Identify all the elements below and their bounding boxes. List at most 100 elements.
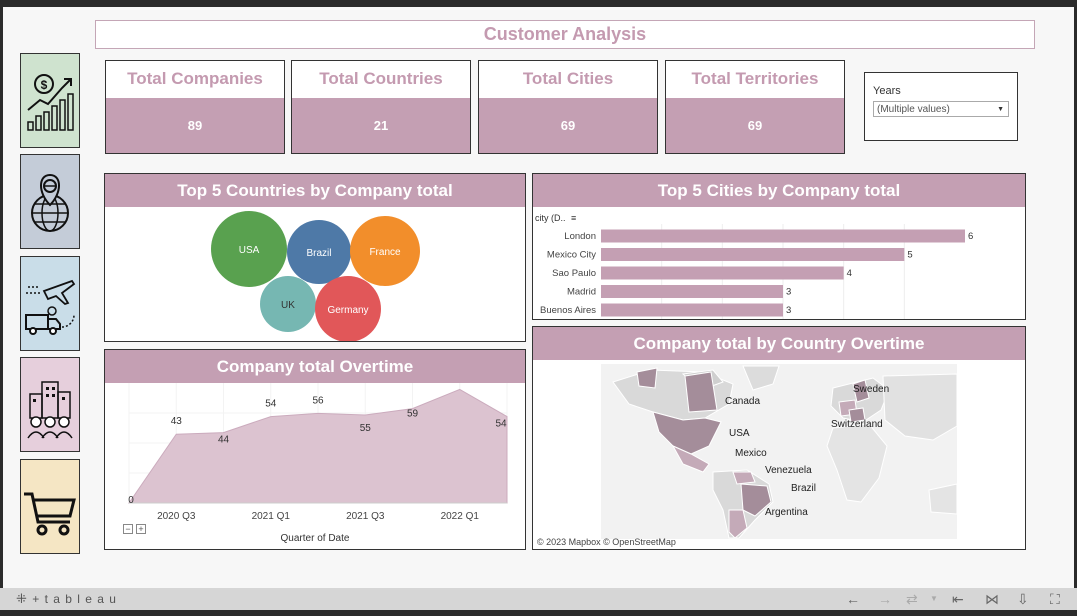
kpi-value: 69 [479,98,657,153]
map-label-switzerland: Switzerland [831,419,883,430]
tableau-logo[interactable]: ⁜ + t a b l e a u [16,591,117,607]
kpi-total-territories: Total Territories 69 [665,60,845,154]
city-bar[interactable] [601,266,844,280]
forward-icon[interactable]: → [878,591,892,607]
revert-dropdown-icon[interactable]: ▼ [930,594,938,603]
city-tick-label: London [564,231,596,242]
point-label: 43 [171,416,183,427]
kpi-value: 89 [106,98,284,153]
bubble-label: USA [239,245,260,256]
zoom-out-icon[interactable]: − [123,524,133,534]
download-icon[interactable]: ⇩ [1017,591,1029,608]
bubble-brazil[interactable]: Brazil [287,220,351,284]
axis-header-label: city (D.. [535,213,566,223]
city-tick-label: Sao Paulo [552,268,596,279]
bubble-germany[interactable]: Germany [315,276,381,341]
svg-text:$: $ [41,78,48,92]
map-label-sweden: Sweden [853,384,889,395]
tableau-logo-text: + t a b l e a u [32,592,117,606]
map-label-mexico: Mexico [735,448,767,459]
globe-location-icon [31,173,69,232]
city-tick-label: Buenos Aires [540,305,596,316]
point-label: 44 [218,435,230,446]
panel-title: Top 5 Countries by Company total [105,174,525,207]
nav-tile-revenue[interactable]: $ [20,53,80,148]
bubble-label: Brazil [306,248,331,259]
city-bar[interactable] [601,229,965,243]
nav-tile-cart[interactable] [20,459,80,554]
tableau-toolbar: ⁜ + t a b l e a u ← → ⇄ ▼ ⇤ ⋈ ⇩ ⛶ [0,588,1077,610]
revert-icon[interactable]: ⇄ [906,591,918,608]
chevron-down-icon[interactable]: ▼ [997,102,1004,117]
years-filter-value: (Multiple values) [877,104,950,115]
overtime-area-chart: 043445456555971542020 Q32021 Q12021 Q320… [128,383,508,522]
kpi-total-companies: Total Companies 89 [105,60,285,154]
nav-tile-globe[interactable] [20,154,80,249]
cities-bar-chart: London 6 Mexico City 5 Sao Paulo 4 Madrid 3 Buen… [540,224,973,319]
city-people-icon [27,380,73,438]
point-label: 55 [360,423,372,434]
bubble-usa[interactable]: USA [211,211,287,287]
shopping-cart-icon [24,492,76,535]
top-cities-panel: Top 5 Cities by Company total city (D.. … [532,173,1026,320]
nav-tile-delivery[interactable] [20,256,80,351]
map-panel: Company total by Country Overtime Canada… [532,326,1026,550]
bubble-france[interactable]: France [350,216,420,286]
first-page-icon[interactable]: ⇤ [952,591,964,608]
kpi-value: 21 [292,98,470,153]
years-filter: Years (Multiple values) ▼ [864,72,1018,141]
back-icon[interactable]: ← [846,591,860,607]
city-bar-value: 5 [907,250,912,261]
city-bar[interactable] [601,285,783,298]
city-bar[interactable] [601,248,905,261]
kpi-label: Total Companies [127,69,263,88]
panel-title: Company total Overtime [105,350,525,383]
map-label-venezuela: Venezuela [765,465,812,476]
years-filter-label: Years [873,85,901,97]
overtime-panel: Company total Overtime 04344545655597154… [104,349,526,550]
years-filter-select[interactable]: (Multiple values) ▼ [873,101,1009,117]
panel-title: Top 5 Cities by Company total [533,174,1025,207]
point-label: 0 [128,495,134,506]
city-bar-value: 3 [786,305,791,316]
city-bar[interactable] [601,303,783,317]
panel-title: Company total by Country Overtime [533,327,1025,360]
point-label: 54 [495,419,507,430]
city-tick-label: Mexico City [547,250,596,261]
x-tick-label: 2021 Q1 [252,511,291,522]
kpi-total-countries: Total Countries 21 [291,60,471,154]
city-bar-value: 6 [968,231,973,242]
point-label: 56 [312,395,324,406]
fullscreen-icon[interactable]: ⛶ [1050,591,1060,608]
x-tick-label: 2022 Q1 [441,511,480,522]
point-label: 54 [265,399,277,410]
top-countries-panel: Top 5 Countries by Company total USA Bra… [104,173,526,342]
revenue-chart-icon: $ [27,73,74,131]
bubble-label: Germany [327,305,368,316]
point-label: 59 [407,409,419,420]
sort-icon[interactable]: ≡ [571,213,576,223]
kpi-label: Total Countries [319,69,443,88]
x-tick-label: 2020 Q3 [157,511,196,522]
nav-tile-city[interactable] [20,357,80,452]
page-title: Customer Analysis [95,20,1035,49]
bubble-label: UK [281,300,295,311]
axis-header: city (D.. ≡ [535,213,576,223]
kpi-value: 69 [666,98,844,153]
city-bar-value: 3 [786,287,791,298]
kpi-label: Total Cities [522,69,614,88]
zoom-in-icon[interactable]: + [136,524,146,534]
x-axis-title: Quarter of Date [280,533,350,544]
map-label-usa: USA [729,428,750,439]
bubble-label: France [369,247,401,258]
city-bar-value: 4 [847,268,852,279]
x-tick-label: 2021 Q3 [346,511,385,522]
kpi-total-cities: Total Cities 69 [478,60,658,154]
map-label-argentina: Argentina [765,507,808,518]
bubble-uk[interactable]: UK [260,276,316,332]
map-label-canada: Canada [725,396,760,407]
world-map[interactable]: Canada USA Mexico Venezuela Brazil Argen… [533,360,1025,549]
bubble-chart: USA Brazil France UK Germany [211,211,420,341]
city-tick-label: Madrid [567,287,596,298]
share-icon[interactable]: ⋈ [985,591,999,608]
